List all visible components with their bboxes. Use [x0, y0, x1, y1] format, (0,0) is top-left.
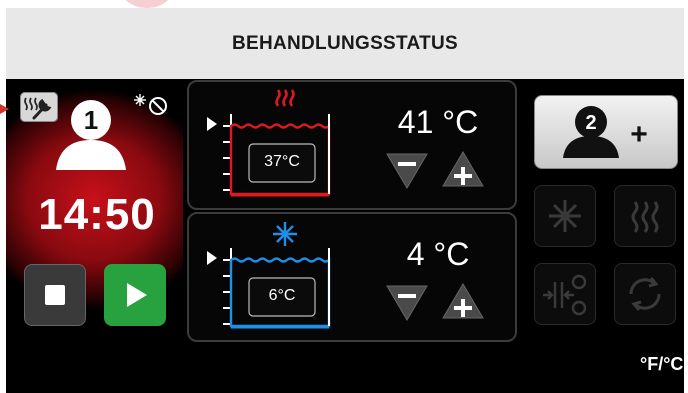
heat-waves-icon	[631, 201, 659, 233]
user-2-number: 2	[585, 112, 596, 134]
add-user-icon: 2 +	[563, 106, 648, 158]
stop-icon	[45, 285, 65, 305]
play-button[interactable]	[104, 264, 166, 326]
minus-icon	[398, 162, 416, 166]
level-marker-icon	[207, 117, 217, 131]
cooling-mode-button[interactable]	[534, 185, 596, 247]
unit-toggle-button[interactable]: °F/°C	[640, 354, 683, 375]
fahrenheit-label: °F	[640, 354, 659, 374]
decorative-circle	[118, 0, 176, 8]
cycle-arrows-icon	[629, 277, 661, 311]
warm-bath-panel: 37°C 41 °C	[187, 80, 517, 210]
heater-settings-button[interactable]	[20, 92, 58, 122]
cold-bath-current-temp: 6°C	[268, 287, 296, 304]
cooling-off-indicator	[132, 92, 172, 116]
add-user-2-button[interactable]: 2 +	[534, 95, 678, 169]
user-1-number: 1	[84, 105, 98, 135]
title-bar: BEHANDLUNGSSTATUS	[6, 8, 684, 79]
warm-bath-current-temp: 37°C	[264, 153, 300, 170]
play-icon	[127, 283, 147, 307]
user-1-avatar: 1	[56, 92, 142, 170]
snowflake-off-icon	[134, 94, 167, 115]
warm-bath-set-temp: 41 °C	[397, 104, 479, 140]
cycle-mode-button[interactable]	[614, 263, 676, 325]
user-icon: 1	[56, 100, 126, 170]
cold-bath-panel: 6°C 4 °C	[187, 212, 517, 342]
contrast-bath-icon	[543, 274, 587, 316]
celsius-label: /°C	[658, 354, 684, 374]
snowflake-icon	[273, 222, 297, 246]
cold-bath-set-temp: 4 °C	[406, 236, 470, 272]
callout-arrow-icon	[0, 104, 9, 114]
contrast-mode-button[interactable]	[534, 263, 596, 325]
heat-waves-icon	[275, 89, 295, 107]
level-marker-icon	[207, 251, 217, 265]
heating-mode-button[interactable]	[614, 185, 676, 247]
snowflake-icon	[549, 200, 581, 232]
cold-increase-button[interactable]	[441, 282, 485, 322]
minus-icon	[398, 294, 416, 298]
stop-button[interactable]	[24, 264, 86, 326]
warm-decrease-button[interactable]	[385, 150, 429, 190]
cold-decrease-button[interactable]	[385, 282, 429, 322]
heater-wrench-icon	[24, 97, 52, 120]
treatment-timer: 14:50	[38, 190, 156, 239]
add-plus-label: +	[630, 118, 648, 151]
warm-increase-button[interactable]	[441, 150, 485, 190]
page-title: BEHANDLUNGSSTATUS	[231, 32, 459, 54]
